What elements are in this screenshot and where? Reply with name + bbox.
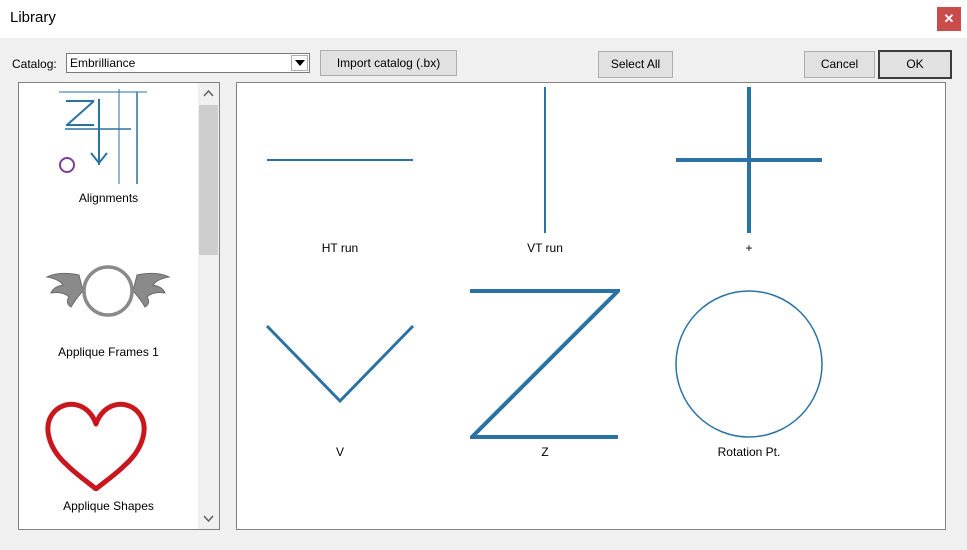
catalog-item-label: Applique Frames 1: [58, 345, 159, 359]
winged-frame-thumbnail-icon: [45, 265, 171, 317]
window-title: Library: [10, 9, 56, 26]
cancel-button[interactable]: Cancel: [804, 51, 875, 78]
heart-thumbnail-icon: [45, 401, 147, 491]
chevron-up-icon: [203, 89, 214, 97]
ok-button[interactable]: OK: [878, 50, 952, 79]
catalog-scrollbar[interactable]: [198, 83, 219, 529]
scroll-down-button[interactable]: [198, 507, 219, 529]
chevron-down-icon: [295, 60, 305, 66]
catalog-dropdown-value: Embrilliance: [70, 56, 136, 70]
catalog-dropdown[interactable]: Embrilliance: [66, 53, 310, 73]
circle-design-icon: [675, 290, 823, 438]
catalog-item-applique-frames-1[interactable]: [19, 257, 198, 321]
design-tile-v[interactable]: [265, 289, 415, 439]
vertical-run-design-icon: [544, 87, 546, 233]
import-catalog-button[interactable]: Import catalog (.bx): [320, 50, 457, 76]
design-label: VT run: [527, 241, 563, 255]
catalog-item-label: Alignments: [78, 191, 139, 205]
horizontal-run-design-icon: [267, 159, 413, 161]
catalog-item-label: Applique Shapes: [63, 499, 154, 513]
catalog-item-applique-shapes[interactable]: [19, 397, 198, 491]
design-tile-z[interactable]: [470, 289, 620, 439]
plus-design-icon: [676, 87, 822, 233]
catalog-list[interactable]: Alignments Applique Frames 1 Applique Sh…: [18, 82, 220, 530]
scroll-thumb[interactable]: [199, 105, 218, 255]
design-tile-vt-run[interactable]: [470, 87, 620, 235]
design-label: V: [335, 445, 344, 459]
design-tile-ht-run[interactable]: [265, 87, 415, 235]
alignments-thumbnail-icon: [59, 89, 147, 184]
z-design-icon: [470, 289, 620, 439]
v-design-icon: [265, 324, 415, 404]
design-label: Z: [541, 445, 549, 459]
design-label: +: [745, 241, 753, 255]
close-icon: ✕: [943, 11, 955, 26]
catalog-label: Catalog:: [12, 57, 57, 71]
design-tile-plus[interactable]: [674, 87, 824, 235]
design-label: HT run: [321, 241, 359, 255]
design-tile-rotation-pt[interactable]: [674, 289, 824, 439]
select-all-button[interactable]: Select All: [598, 51, 673, 78]
dropdown-arrow-button[interactable]: [291, 55, 308, 71]
close-button[interactable]: ✕: [937, 7, 961, 31]
title-bar: Library ✕: [0, 0, 967, 38]
chevron-down-icon: [203, 515, 214, 523]
design-label: Rotation Pt.: [717, 445, 781, 459]
design-grid[interactable]: HT run VT run + V Z Rotation Pt.: [236, 82, 946, 530]
scroll-up-button[interactable]: [198, 83, 219, 105]
catalog-item-alignments[interactable]: [19, 89, 198, 189]
